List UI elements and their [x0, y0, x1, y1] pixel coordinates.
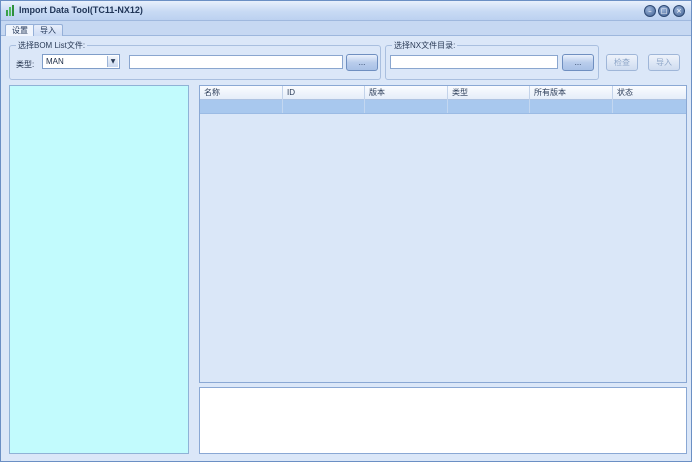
bom-file-path-input[interactable]: [129, 55, 343, 69]
type-select[interactable]: MAN ▼: [42, 54, 120, 69]
column-header-version[interactable]: 版本: [365, 86, 448, 100]
table-cell: [448, 100, 530, 113]
column-header-all-versions[interactable]: 所有版本: [530, 86, 613, 100]
tab-strip: 设置 导入: [1, 21, 691, 36]
nx-group-legend: 选择NX文件目录:: [392, 40, 458, 51]
log-output-panel[interactable]: [199, 387, 687, 454]
column-header-status[interactable]: 状态: [613, 86, 686, 100]
nx-dir-group: 选择NX文件目录: ...: [385, 40, 599, 80]
close-button[interactable]: ×: [673, 5, 685, 17]
window-title: Import Data Tool(TC11-NX12): [19, 5, 143, 15]
bom-file-group: 选择BOM List文件: 类型: MAN ▼ ...: [9, 40, 381, 80]
title-bar[interactable]: Import Data Tool(TC11-NX12) – □ ×: [1, 1, 691, 21]
tab-settings[interactable]: 设置: [5, 24, 35, 36]
type-label: 类型:: [16, 60, 35, 69]
import-button[interactable]: 导入: [648, 54, 680, 71]
table-row[interactable]: [200, 100, 686, 114]
chevron-down-icon[interactable]: ▼: [107, 56, 118, 67]
nx-dir-path-input[interactable]: [390, 55, 558, 69]
table-cell: [613, 100, 686, 113]
column-header-id[interactable]: ID: [283, 86, 365, 100]
table-cell: [200, 100, 283, 113]
table-cell: [365, 100, 448, 113]
minimize-button[interactable]: –: [644, 5, 656, 17]
check-button[interactable]: 检查: [606, 54, 638, 71]
browse-nx-button[interactable]: ...: [562, 54, 594, 71]
maximize-button[interactable]: □: [658, 5, 670, 17]
browse-bom-button[interactable]: ...: [346, 54, 378, 71]
column-header-name[interactable]: 名称: [200, 86, 283, 100]
tab-import[interactable]: 导入: [33, 24, 63, 36]
table-cell: [530, 100, 613, 113]
tree-panel[interactable]: [9, 85, 189, 454]
table-cell: [283, 100, 365, 113]
column-header-type[interactable]: 类型: [448, 86, 530, 100]
type-select-value: MAN: [46, 57, 64, 66]
app-window: Import Data Tool(TC11-NX12) – □ × 设置 导入 …: [0, 0, 692, 462]
grid-header: 名称 ID 版本 类型 所有版本 状态: [200, 86, 686, 100]
app-icon: [6, 5, 14, 16]
bom-group-legend: 选择BOM List文件:: [16, 40, 88, 51]
data-grid[interactable]: 名称 ID 版本 类型 所有版本 状态: [199, 85, 687, 383]
